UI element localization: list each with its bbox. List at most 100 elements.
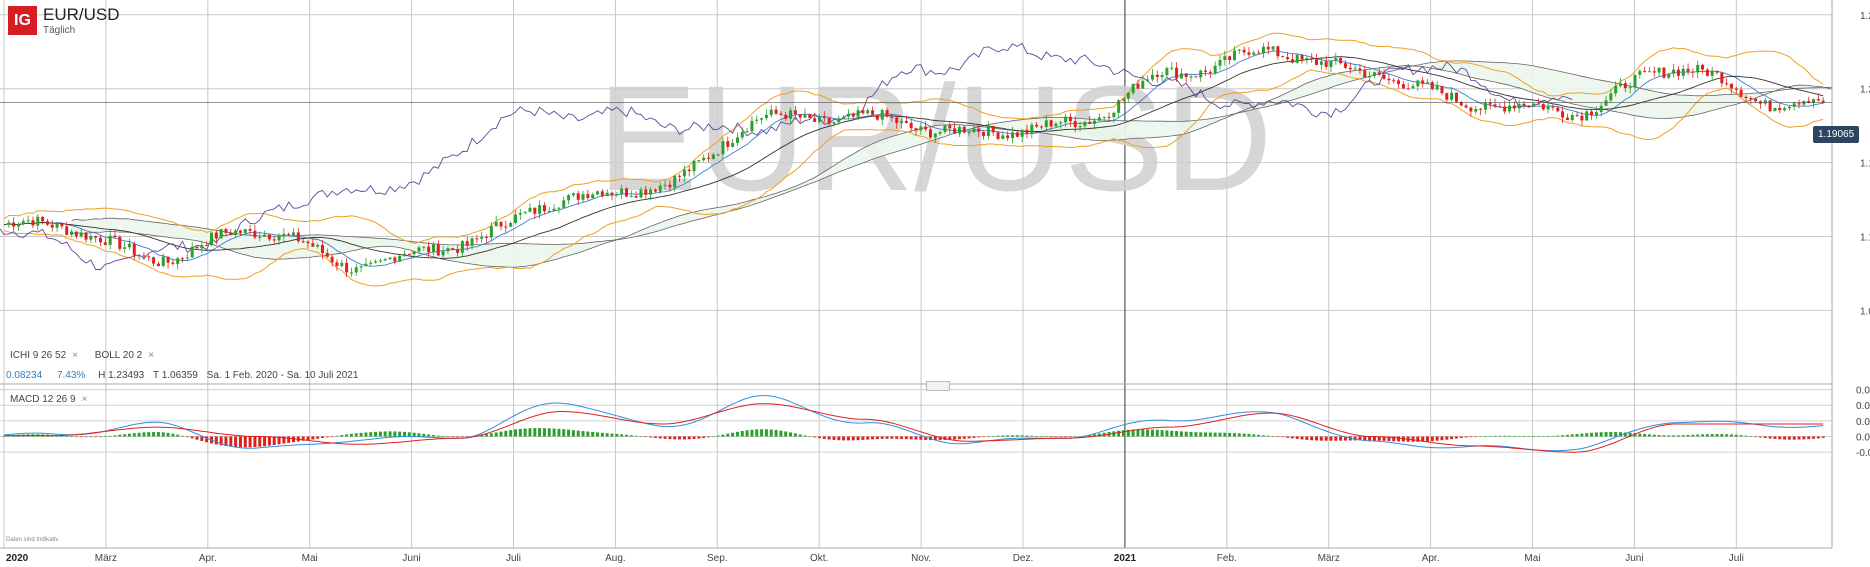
- macd-bar-negative: [1300, 436, 1304, 440]
- candle-up: [1165, 68, 1169, 76]
- price-tick-label: 1.15000: [1860, 159, 1870, 170]
- remove-macd-icon[interactable]: ×: [82, 394, 88, 405]
- candle-down: [1392, 80, 1396, 82]
- macd-bar-negative: [1773, 436, 1777, 439]
- candle-down: [267, 234, 271, 240]
- candle-up: [1319, 61, 1323, 65]
- candle-down: [1536, 103, 1540, 105]
- candle-up: [1604, 100, 1608, 106]
- candle-down: [147, 256, 151, 258]
- candle-up: [943, 125, 947, 133]
- candle-down: [924, 126, 928, 130]
- candle-down: [214, 232, 218, 239]
- remove-bollinger-icon[interactable]: ×: [148, 350, 154, 361]
- candle-down: [1768, 100, 1772, 112]
- ichimoku-legend[interactable]: ICHI 9 26 52: [10, 350, 66, 361]
- timeframe-label[interactable]: Täglich: [43, 24, 120, 37]
- candle-down: [1339, 58, 1343, 64]
- candle-up: [596, 191, 600, 195]
- candle-up: [340, 262, 344, 267]
- candle-down: [1754, 98, 1758, 102]
- macd-bar-negative: [79, 436, 83, 438]
- macd-bar-positive: [1575, 434, 1579, 437]
- macd-bar-negative: [1758, 436, 1762, 438]
- candle-up: [26, 220, 30, 222]
- panel-resize-handle[interactable]: [926, 381, 950, 391]
- candle-down: [895, 117, 899, 123]
- symbol-title[interactable]: EUR/USD: [43, 6, 120, 24]
- candle-up: [538, 205, 542, 214]
- macd-bar-negative: [1778, 436, 1782, 440]
- candle-up: [1271, 46, 1275, 50]
- candle-down: [1035, 124, 1039, 127]
- candle-up: [581, 194, 585, 200]
- macd-bar-negative: [325, 436, 329, 438]
- macd-bar-positive: [436, 435, 440, 437]
- candle-down: [504, 226, 508, 228]
- candle-down: [928, 129, 932, 138]
- candle-down: [1652, 71, 1656, 73]
- candle-up: [137, 255, 141, 257]
- macd-bar-positive: [142, 432, 146, 437]
- macd-bar-negative: [1797, 436, 1801, 440]
- macd-bar-positive: [393, 431, 397, 437]
- macd-legend[interactable]: MACD 12 26 9: [10, 394, 76, 405]
- macd-bar-positive: [137, 432, 141, 437]
- macd-bar-positive: [1512, 435, 1516, 437]
- candle-down: [1701, 64, 1705, 70]
- macd-bar-positive: [1160, 430, 1164, 437]
- candle-up: [639, 189, 643, 198]
- macd-bar-negative: [1372, 436, 1376, 441]
- candle-down: [1049, 120, 1053, 127]
- candle-up: [219, 229, 223, 239]
- candle-down: [1315, 59, 1319, 65]
- macd-bar-negative: [644, 436, 648, 438]
- candle-up: [692, 160, 696, 172]
- candle-down: [1430, 82, 1434, 90]
- candle-down: [1705, 69, 1709, 76]
- candle-up: [1411, 86, 1415, 89]
- candle-down: [982, 131, 986, 137]
- macd-bar-negative: [692, 436, 696, 439]
- macd-bar-positive: [1570, 434, 1574, 437]
- macd-bar-positive: [991, 436, 995, 437]
- macd-bar-positive: [171, 433, 175, 437]
- macd-bar-negative: [682, 436, 686, 440]
- candle-up: [1599, 105, 1603, 113]
- candle-up: [494, 221, 498, 227]
- macd-bar-positive: [1667, 435, 1671, 437]
- macd-bar-positive: [407, 432, 411, 437]
- macd-bar-positive: [1696, 434, 1700, 437]
- macd-lines: [3, 395, 1824, 453]
- candle-down: [644, 189, 648, 195]
- macd-bar-negative: [1059, 436, 1063, 438]
- macd-bar-positive: [571, 430, 575, 437]
- candle-up: [1160, 75, 1164, 78]
- price-chart-canvas[interactable]: EUR/USD 1.25000 1.20000 1.15000 1.10000 1.05…: [0, 0, 1870, 567]
- macd-bar-negative: [94, 436, 98, 438]
- candle-down: [272, 239, 276, 241]
- candle-up: [480, 236, 484, 239]
- candle-up: [740, 131, 744, 138]
- macd-bar-negative: [678, 436, 682, 440]
- macd-bar-positive: [721, 434, 725, 437]
- macd-bar-positive: [557, 428, 561, 437]
- macd-bar-positive: [1184, 431, 1188, 437]
- candle-down: [822, 116, 826, 119]
- candle-down: [1155, 74, 1159, 78]
- remove-ichimoku-icon[interactable]: ×: [72, 350, 78, 361]
- bollinger-legend[interactable]: BOLL 20 2: [95, 350, 142, 361]
- candle-down: [451, 248, 455, 250]
- candle-down: [1725, 83, 1729, 85]
- macd-bar-positive: [1652, 434, 1656, 437]
- candle-up: [1787, 106, 1791, 109]
- candle-down: [875, 114, 879, 120]
- candle-down: [166, 256, 170, 263]
- macd-bar-positive: [562, 429, 566, 437]
- candle-down: [953, 128, 957, 134]
- candle-up: [1001, 135, 1005, 139]
- macd-bar-positive: [1532, 436, 1536, 437]
- macd-bar-positive: [118, 434, 122, 437]
- macd-bar-positive: [161, 432, 165, 437]
- macd-bar-negative: [229, 436, 233, 447]
